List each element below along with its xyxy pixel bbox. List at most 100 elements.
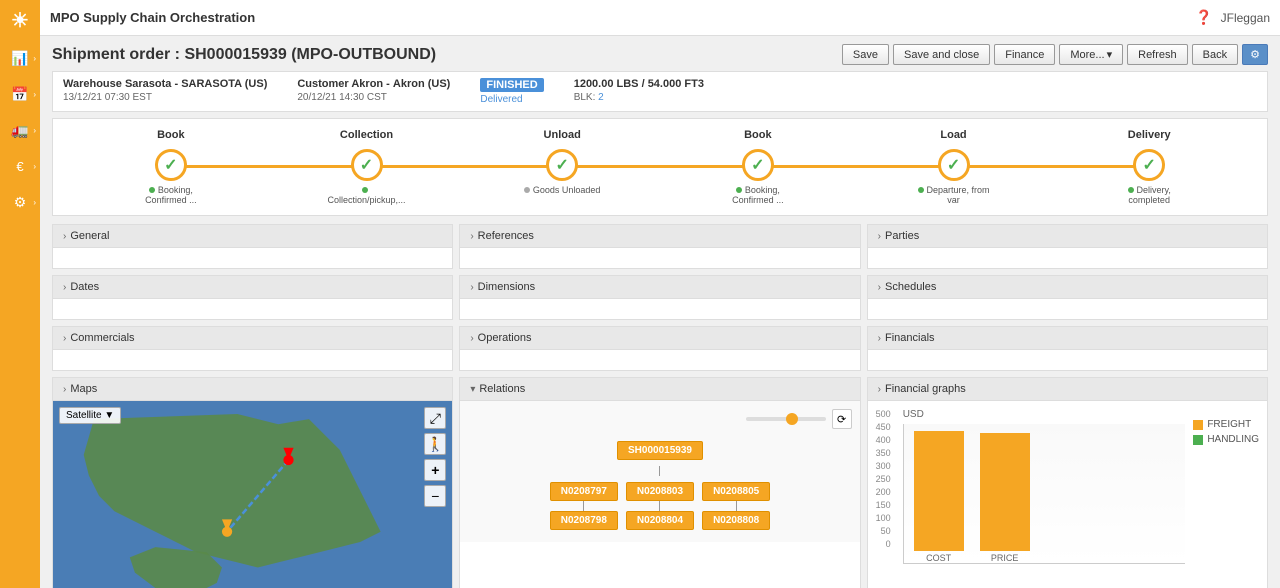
weight-info: 1200.00 LBS / 54.000 FT3 BLK: 2 [574,78,704,103]
dimensions-header[interactable]: › Dimensions [460,276,859,299]
relation-children: N0208797 N0208798 N0208803 N0208804 N020… [550,482,770,530]
page-header: Shipment order : SH000015939 (MPO-OUTBOU… [52,44,1268,65]
satellite-button[interactable]: Satellite ▼ [59,407,121,424]
weight-volume: 1200.00 LBS / 54.000 FT3 [574,78,704,90]
relation-grandchild-3[interactable]: N0208808 [702,511,770,530]
legend-freight: FREIGHT [1193,419,1259,430]
main-content: MPO Supply Chain Orchestration ❓ JFlegga… [40,0,1280,588]
bar-price-visual [980,433,1030,551]
status-sub: Delivered [480,94,543,105]
legend-freight-color [1193,420,1203,430]
more-button[interactable]: More...▾ [1059,44,1123,65]
operations-header[interactable]: › Operations [460,327,859,350]
blk-info: BLK: 2 [574,92,704,103]
top-bar: MPO Supply Chain Orchestration ❓ JFlegga… [40,0,1280,36]
map-satellite-control: Satellite ▼ [59,407,121,424]
sidebar-item-finance[interactable]: €› [0,148,40,184]
page-title: Shipment order : SH000015939 (MPO-OUTBOU… [52,46,436,64]
schedules-header[interactable]: › Schedules [868,276,1267,299]
relation-grandchild-2[interactable]: N0208804 [626,511,694,530]
relations-zoom-bar: ⟳ [468,409,851,429]
map-fullscreen-button[interactable]: ⤢ [424,407,446,429]
relation-child-2[interactable]: N0208803 [626,482,694,501]
chart-area: USD COST PRICE [903,409,1186,564]
back-button[interactable]: Back [1192,44,1238,65]
general-content [53,248,452,268]
map-svg [53,401,452,588]
app-logo[interactable]: ☀ [0,0,40,40]
map-zoom-in-button[interactable]: + [424,459,446,481]
relations-panel: ▾ Relations ⟳ SH000015939 [459,377,860,588]
financial-graph-content: 0 50 100 150 200 250 300 350 400 450 500 [868,401,1267,572]
maps-header[interactable]: › Maps [53,378,452,401]
financial-graphs-header[interactable]: › Financial graphs [868,378,1267,401]
save-close-button[interactable]: Save and close [893,44,990,65]
sidebar-item-truck[interactable]: 🚛› [0,112,40,148]
financial-graphs-panel: › Financial graphs 0 50 100 150 200 250 [867,377,1268,588]
save-button[interactable]: Save [842,44,889,65]
chart-legend: FREIGHT HANDLING [1193,409,1259,564]
general-header[interactable]: › General [53,225,452,248]
references-panel: › References [459,224,860,269]
customer-date: 20/12/21 14:30 CST [297,92,450,103]
refresh-button[interactable]: Refresh [1127,44,1188,65]
dates-content [53,299,452,319]
step-delivery: Delivery ✓ Delivery, completed [1051,129,1247,205]
commercials-panel: › Commercials [52,326,453,371]
parties-panel: › Parties [867,224,1268,269]
parties-header[interactable]: › Parties [868,225,1267,248]
page-content: Shipment order : SH000015939 (MPO-OUTBOU… [40,36,1280,588]
steps-row: Book ✓ Booking, Confirmed ... Collection… [73,129,1247,205]
references-header[interactable]: › References [460,225,859,248]
commercials-header[interactable]: › Commercials [53,327,452,350]
step-unload: Unload ✓ Goods Unloaded [464,129,660,195]
relation-tree: SH000015939 N0208797 N0208798 N0208803 [468,437,851,534]
sidebar-item-calendar[interactable]: 📅› [0,76,40,112]
dates-header[interactable]: › Dates [53,276,452,299]
user-name[interactable]: JFleggan [1221,11,1270,25]
operations-panel: › Operations [459,326,860,371]
zoom-handle[interactable] [786,413,798,425]
legend-handling-color [1193,435,1203,445]
zoom-reset-button[interactable]: ⟳ [832,409,852,429]
zoom-slider[interactable] [746,417,826,421]
financials-header[interactable]: › Financials [868,327,1267,350]
customer-name: Customer Akron - Akron (US) [297,78,450,90]
schedules-content [868,299,1267,319]
header-buttons: Save Save and close Finance More...▾ Ref… [842,44,1268,65]
top-bar-right: ❓ JFleggan [1195,9,1270,26]
help-icon[interactable]: ❓ [1195,9,1212,26]
relation-grandchild-1[interactable]: N0208798 [550,511,618,530]
warehouse-info: Warehouse Sarasota - SARASOTA (US) 13/12… [63,78,267,103]
sidebar-item-dashboard[interactable]: 📊› [0,40,40,76]
bar-cost-visual [914,431,964,551]
sidebar: ☀ 📊› 📅› 🚛› €› ⚙› [0,0,40,588]
map-zoom-out-button[interactable]: − [424,485,446,507]
map-view: Satellite ▼ ⤢ 🚶 + − Google Mexico [53,401,452,588]
status-badge: FINISHED [480,78,543,92]
step-collection: Collection ✓ Collection/pickup,... [269,129,465,205]
sidebar-item-settings[interactable]: ⚙› [0,184,40,220]
relation-child-1[interactable]: N0208797 [550,482,618,501]
gear-button[interactable]: ⚙ [1242,44,1268,65]
dimensions-content [460,299,859,319]
map-background [53,401,452,588]
map-person-button[interactable]: 🚶 [424,433,446,455]
financials-content [868,350,1267,370]
step-load: Load ✓ Departure, from var [856,129,1052,205]
status-info: FINISHED Delivered [480,78,543,105]
dates-panel: › Dates [52,275,453,320]
relation-root[interactable]: SH000015939 [617,441,703,460]
finance-button[interactable]: Finance [994,44,1055,65]
bar-chart-area: COST PRICE [903,424,1186,564]
warehouse-name: Warehouse Sarasota - SARASOTA (US) [63,78,267,90]
chart-y-axis: 0 50 100 150 200 250 300 350 400 450 500 [876,409,895,549]
references-content [460,248,859,268]
parties-content [868,248,1267,268]
relation-child-3[interactable]: N0208805 [702,482,770,501]
relations-header[interactable]: ▾ Relations [460,378,859,401]
map-zoom-controls: ⤢ 🚶 + − [424,407,446,507]
dimensions-panel: › Dimensions [459,275,860,320]
maps-content: Satellite ▼ ⤢ 🚶 + − Google Mexico Approx… [53,401,452,588]
step-book: Book ✓ Booking, Confirmed ... [73,129,269,205]
